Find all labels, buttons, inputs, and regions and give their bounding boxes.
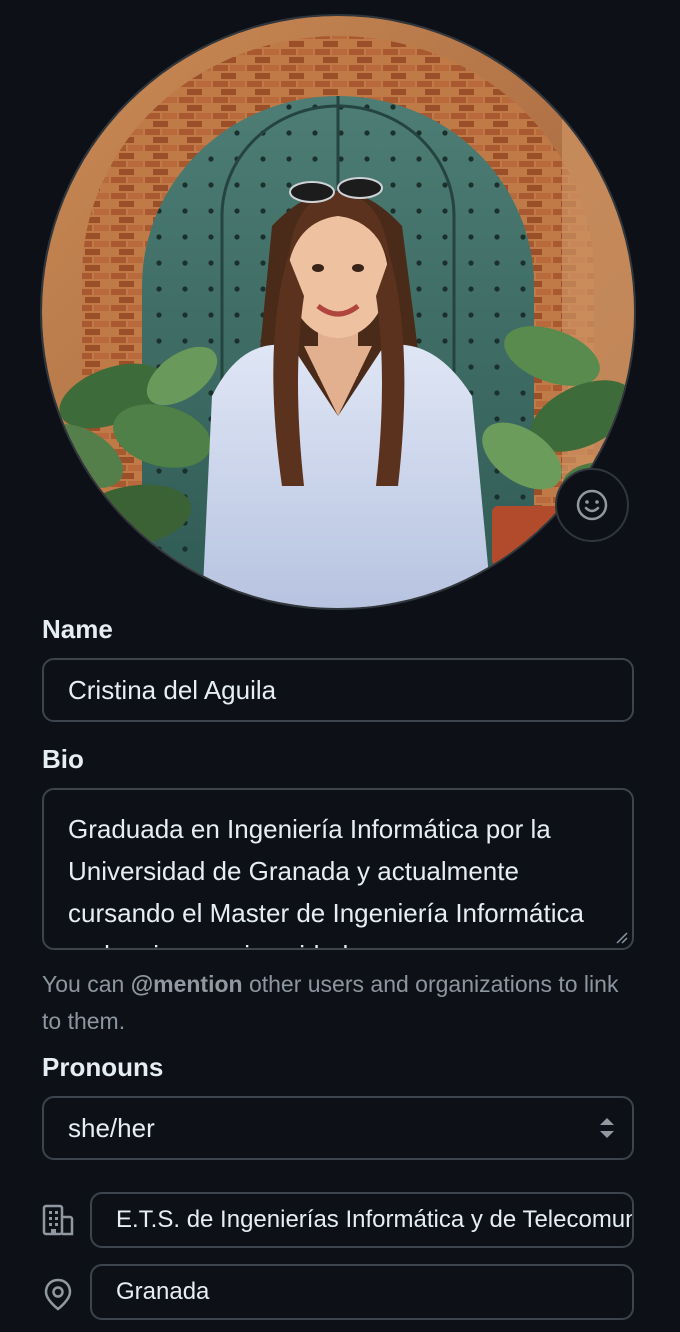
pronouns-select[interactable]: she/her: [42, 1096, 634, 1160]
avatar-photo: [42, 16, 634, 608]
select-arrows-icon: [600, 1118, 614, 1138]
bio-hint: You can @mention other users and organiz…: [42, 966, 642, 1040]
company-input[interactable]: E.T.S. de Ingenierías Informática y de T…: [90, 1192, 634, 1248]
organization-icon: [40, 1202, 76, 1238]
name-input-value: Cristina del Aguila: [68, 674, 277, 705]
name-input[interactable]: Cristina del Aguila: [42, 658, 634, 722]
name-label: Name: [42, 614, 113, 644]
bio-textarea[interactable]: Graduada en Ingeniería Informática por l…: [42, 788, 634, 950]
bio-textarea-value: Graduada en Ingeniería Informática por l…: [68, 814, 584, 948]
bio-hint-mention: @mention: [130, 971, 243, 997]
location-input[interactable]: Granada: [90, 1264, 634, 1320]
change-avatar-emoji-button[interactable]: [555, 468, 629, 542]
pronouns-label: Pronouns: [42, 1052, 164, 1082]
bio-label: Bio: [42, 744, 84, 774]
resize-grip-icon[interactable]: [614, 930, 628, 944]
location-input-value: Granada: [116, 1278, 210, 1305]
bio-hint-prefix: You can: [42, 971, 131, 997]
location-pin-icon: [40, 1276, 76, 1312]
profile-edit-panel: Name Cristina del Aguila Bio Graduada en…: [0, 0, 680, 1332]
company-input-value: E.T.S. de Ingenierías Informática y de T…: [116, 1206, 632, 1233]
avatar[interactable]: [40, 14, 636, 610]
pronouns-selected-value: she/her: [68, 1112, 155, 1143]
smiley-icon: [576, 489, 608, 521]
